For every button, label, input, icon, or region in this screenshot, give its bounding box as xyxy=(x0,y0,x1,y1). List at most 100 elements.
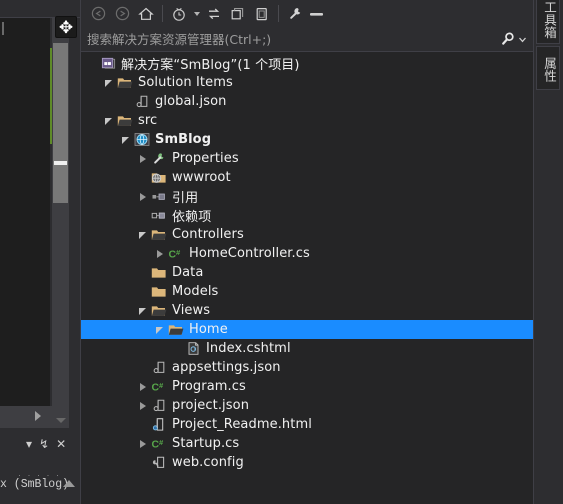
chevron-right-icon[interactable] xyxy=(136,377,149,396)
tree-row-label: global.json xyxy=(155,94,227,109)
tree-row-global.json[interactable]: global.json xyxy=(81,92,534,111)
tree-indent-spacer xyxy=(170,339,183,358)
tree-row-label: Views xyxy=(172,303,211,318)
tree-row-label: wwwroot xyxy=(172,170,231,185)
csharp-icon: C # xyxy=(166,244,186,263)
tree-indent-spacer xyxy=(136,263,149,282)
tree-row-label: Project_Readme.html xyxy=(172,417,312,432)
tool-window-dotted-separator: · · · · · xyxy=(18,470,61,476)
back-button[interactable] xyxy=(86,2,110,25)
chevron-right-icon[interactable] xyxy=(136,434,149,453)
folder-closed-icon xyxy=(149,263,169,282)
chevron-down-icon[interactable]: ▾ xyxy=(26,438,32,450)
solution-tree[interactable]: ■■ 解决方案“SmBlog”(1 个项目) Solution Items globa… xyxy=(81,52,534,504)
editor-vertical-scrollbar[interactable] xyxy=(52,18,69,428)
folder-closed-icon xyxy=(149,282,169,301)
vertical-tab-properties[interactable]: 属性 xyxy=(536,46,560,90)
pending-changes-button[interactable] xyxy=(167,2,191,25)
tree-indent-spacer xyxy=(136,168,149,187)
tree-row-label: HomeController.cs xyxy=(189,246,310,261)
tree-row-label: Program.cs xyxy=(172,379,246,394)
tree-row-solution-items[interactable]: Solution Items xyxy=(81,73,534,92)
search-input[interactable] xyxy=(81,31,500,47)
chevron-down-icon[interactable] xyxy=(102,73,115,92)
tree-row--[interactable]: 依赖项 xyxy=(81,206,534,225)
tree-row-properties[interactable]: Properties xyxy=(81,149,534,168)
preview-selected-items-button[interactable] xyxy=(307,2,327,25)
tree-row-controllers[interactable]: Controllers xyxy=(81,225,534,244)
properties-button[interactable] xyxy=(283,2,307,25)
tree-row-appsettings.json[interactable]: appsettings.json xyxy=(81,358,534,377)
home-button[interactable] xyxy=(134,2,158,25)
folder-open-icon xyxy=(149,301,169,320)
tree-row-views[interactable]: Views xyxy=(81,301,534,320)
tree-row-models[interactable]: Models xyxy=(81,282,534,301)
chevron-down-icon[interactable] xyxy=(518,35,527,44)
svg-text:#: # xyxy=(159,438,164,447)
web-project-icon xyxy=(132,130,152,149)
tree-row-label: project.json xyxy=(172,398,250,413)
show-all-files-button[interactable] xyxy=(250,2,274,25)
html-icon xyxy=(149,415,169,434)
tree-row-label: 引用 xyxy=(172,191,199,206)
chevron-down-icon[interactable] xyxy=(102,111,115,130)
tree-indent-spacer xyxy=(85,54,98,73)
tree-row-startup.cs[interactable]: C # Startup.cs xyxy=(81,434,534,453)
tree-row-label: Data xyxy=(172,265,204,280)
chevron-down-icon[interactable] xyxy=(119,130,132,149)
tree-row-project_readme.html[interactable]: Project_Readme.html xyxy=(81,415,534,434)
tree-row--[interactable]: 引用 xyxy=(81,187,534,206)
pending-changes-dropdown[interactable] xyxy=(191,2,202,25)
tree-indent-spacer xyxy=(136,453,149,472)
scroll-down-arrow-icon[interactable] xyxy=(52,413,69,428)
pin-icon[interactable]: ↯ xyxy=(39,438,49,450)
editor-horizontal-scrollbar[interactable] xyxy=(0,406,52,428)
tree-row-label: src xyxy=(138,113,158,128)
tree-row-wwwroot[interactable]: wwwroot xyxy=(81,168,534,187)
config-icon xyxy=(149,453,169,472)
csharp-icon: C # xyxy=(149,434,169,453)
tree-row-label: Home xyxy=(189,322,228,337)
vertical-scrollbar-thumb[interactable] xyxy=(53,43,68,203)
tree-row--smblog-1-[interactable]: ■■ 解决方案“SmBlog”(1 个项目) xyxy=(81,54,534,73)
folder-open-icon xyxy=(166,320,186,339)
chevron-right-icon[interactable] xyxy=(136,149,149,168)
tree-row-program.cs[interactable]: C # Program.cs xyxy=(81,377,534,396)
sync-with-active-document-button[interactable] xyxy=(202,2,226,25)
chevron-right-icon[interactable] xyxy=(136,187,149,206)
tree-indent-spacer xyxy=(136,282,149,301)
left-editor-strip: ✥ ▾ ↯ ✕ · · · · · x (SmBlog) xyxy=(0,0,80,504)
tree-row-label: Solution Items xyxy=(138,75,233,90)
refresh-button[interactable] xyxy=(226,2,250,25)
tree-indent-spacer xyxy=(136,358,149,377)
tree-row-smblog[interactable]: SmBlog xyxy=(81,130,534,149)
tree-row-homecontroller.cs[interactable]: C # HomeController.cs xyxy=(81,244,534,263)
chevron-right-icon[interactable] xyxy=(153,244,166,263)
expand-up-arrow-icon[interactable] xyxy=(63,480,75,487)
tree-row-data[interactable]: Data xyxy=(81,263,534,282)
tree-row-index.cshtml[interactable]: Index.cshtml xyxy=(81,339,534,358)
tree-row-src[interactable]: src xyxy=(81,111,534,130)
tree-row-label: appsettings.json xyxy=(172,360,281,375)
tree-row-label: 解决方案“SmBlog”(1 个项目) xyxy=(121,58,300,73)
close-icon[interactable]: ✕ xyxy=(56,438,66,450)
tree-row-web.config[interactable]: web.config xyxy=(81,453,534,472)
tree-row-home[interactable]: Home xyxy=(81,320,534,339)
chevron-down-icon[interactable] xyxy=(136,225,149,244)
svg-text:#: # xyxy=(176,248,181,257)
forward-button[interactable] xyxy=(110,2,134,25)
chevron-down-icon[interactable] xyxy=(136,301,149,320)
chevron-down-icon[interactable] xyxy=(153,320,166,339)
tree-indent-spacer xyxy=(136,415,149,434)
tree-row-project.json[interactable]: project.json xyxy=(81,396,534,415)
scroll-right-arrow-icon[interactable] xyxy=(35,411,41,421)
folder-open-icon xyxy=(149,225,169,244)
vertical-tab-toolbox[interactable]: 工具箱 xyxy=(536,0,560,44)
tree-indent-spacer xyxy=(119,92,132,111)
tree-row-label: web.config xyxy=(172,455,244,470)
right-autohide-tab-strip: 工具箱 属性 xyxy=(533,0,563,504)
magnifier-icon[interactable] xyxy=(500,31,516,47)
search-bar-icons xyxy=(500,31,534,47)
chevron-right-icon[interactable] xyxy=(136,396,149,415)
json-icon xyxy=(149,358,169,377)
